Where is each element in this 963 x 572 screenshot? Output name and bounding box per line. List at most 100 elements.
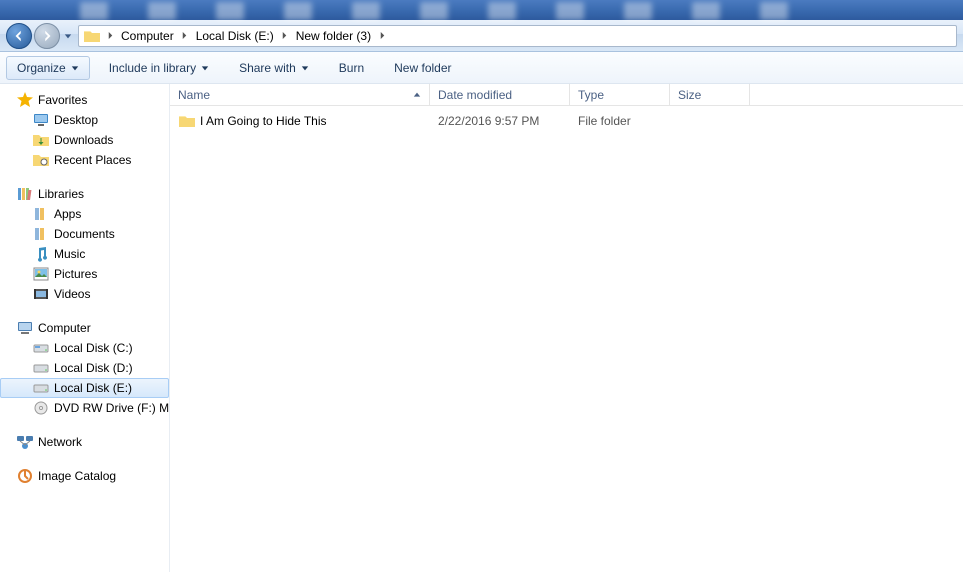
file-row[interactable]: I Am Going to Hide This 2/22/2016 9:57 P…: [170, 110, 963, 132]
sidebar-item-label: Local Disk (E:): [54, 381, 132, 395]
taskbar-thumb: [760, 2, 788, 20]
libraries-group: Libraries Apps Documents Music Pictures …: [0, 184, 169, 304]
sidebar-item-downloads[interactable]: Downloads: [0, 130, 169, 150]
taskbar-thumb: [216, 2, 244, 20]
taskbar-thumb: [80, 2, 108, 20]
explorer-body: Favorites Desktop Downloads Recent Place…: [0, 84, 963, 572]
sidebar-item-pictures[interactable]: Pictures: [0, 264, 169, 284]
sidebar-item-recent-places[interactable]: Recent Places: [0, 150, 169, 170]
breadcrumb-separator[interactable]: [375, 26, 389, 46]
downloads-icon: [32, 132, 50, 148]
burn-button[interactable]: Burn: [328, 56, 375, 80]
breadcrumb-folder[interactable]: New folder (3): [292, 26, 375, 46]
libraries-icon: [16, 186, 34, 202]
taskbar-thumb: [352, 2, 380, 20]
breadcrumb-computer[interactable]: Computer: [117, 26, 178, 46]
column-headers: Name Date modified Type Size: [170, 84, 963, 106]
star-icon: [16, 92, 34, 108]
sidebar-item-drive-e[interactable]: Local Disk (E:): [0, 378, 169, 398]
new-folder-label: New folder: [394, 61, 451, 75]
file-name-cell: I Am Going to Hide This: [170, 113, 430, 129]
sidebar-item-label: Music: [54, 247, 85, 261]
taskbar-thumb: [556, 2, 584, 20]
recent-icon: [32, 152, 50, 168]
image-catalog-label: Image Catalog: [38, 469, 116, 483]
organize-button[interactable]: Organize: [6, 56, 90, 80]
breadcrumb-separator[interactable]: [278, 26, 292, 46]
computer-group: Computer Local Disk (C:) Local Disk (D:)…: [0, 318, 169, 418]
back-button[interactable]: [6, 23, 32, 49]
new-folder-button[interactable]: New folder: [383, 56, 462, 80]
taskbar-thumb: [420, 2, 448, 20]
column-date[interactable]: Date modified: [430, 84, 570, 105]
pictures-icon: [32, 266, 50, 282]
chevron-down-icon: [201, 61, 209, 75]
dvd-icon: [32, 400, 50, 416]
computer-header[interactable]: Computer: [0, 318, 169, 338]
libraries-header[interactable]: Libraries: [0, 184, 169, 204]
history-dropdown[interactable]: [62, 24, 74, 48]
breadcrumb-drive[interactable]: Local Disk (E:): [192, 26, 278, 46]
taskbar-thumb: [284, 2, 312, 20]
sidebar-item-label: DVD RW Drive (F:) M: [54, 401, 169, 415]
burn-label: Burn: [339, 61, 364, 75]
sidebar-item-apps[interactable]: Apps: [0, 204, 169, 224]
network-label: Network: [38, 435, 82, 449]
breadcrumb[interactable]: Computer Local Disk (E:) New folder (3): [78, 25, 957, 47]
file-list[interactable]: I Am Going to Hide This 2/22/2016 9:57 P…: [170, 106, 963, 572]
taskbar-thumb: [692, 2, 720, 20]
favorites-label: Favorites: [38, 93, 87, 107]
sidebar-item-label: Desktop: [54, 113, 98, 127]
sidebar-item-label: Videos: [54, 287, 90, 301]
organize-label: Organize: [17, 61, 66, 75]
sidebar-item-dvd-drive[interactable]: DVD RW Drive (F:) M: [0, 398, 169, 418]
chevron-down-icon: [301, 61, 309, 75]
image-catalog-icon: [16, 468, 34, 484]
sidebar-item-label: Pictures: [54, 267, 97, 281]
image-catalog-group: Image Catalog: [0, 466, 169, 486]
file-view: Name Date modified Type Size I Am Going …: [170, 84, 963, 572]
column-date-label: Date modified: [438, 88, 512, 102]
sidebar-item-label: Downloads: [54, 133, 113, 147]
network-group: Network: [0, 432, 169, 452]
sidebar-item-desktop[interactable]: Desktop: [0, 110, 169, 130]
sidebar-item-drive-c[interactable]: Local Disk (C:): [0, 338, 169, 358]
share-with-button[interactable]: Share with: [228, 56, 320, 80]
favorites-group: Favorites Desktop Downloads Recent Place…: [0, 90, 169, 170]
drive-icon: [32, 340, 50, 356]
drive-icon: [32, 360, 50, 376]
forward-button[interactable]: [34, 23, 60, 49]
network-icon: [16, 434, 34, 450]
computer-icon: [16, 320, 34, 336]
breadcrumb-separator[interactable]: [178, 26, 192, 46]
column-type[interactable]: Type: [570, 84, 670, 105]
sidebar-item-label: Apps: [54, 207, 81, 221]
toolbar: Organize Include in library Share with B…: [0, 52, 963, 84]
column-name-label: Name: [178, 88, 210, 102]
taskbar-thumb: [624, 2, 652, 20]
computer-label: Computer: [38, 321, 91, 335]
include-label: Include in library: [109, 61, 196, 75]
network-header[interactable]: Network: [0, 432, 169, 452]
library-icon: [32, 206, 50, 222]
taskbar: [0, 0, 963, 20]
favorites-header[interactable]: Favorites: [0, 90, 169, 110]
taskbar-thumb: [488, 2, 516, 20]
sidebar-item-music[interactable]: Music: [0, 244, 169, 264]
sidebar-item-drive-d[interactable]: Local Disk (D:): [0, 358, 169, 378]
include-in-library-button[interactable]: Include in library: [98, 56, 220, 80]
share-label: Share with: [239, 61, 296, 75]
sidebar-item-label: Documents: [54, 227, 115, 241]
sidebar-item-label: Local Disk (C:): [54, 341, 133, 355]
column-name[interactable]: Name: [170, 84, 430, 105]
column-size[interactable]: Size: [670, 84, 750, 105]
music-icon: [32, 246, 50, 262]
sidebar-item-videos[interactable]: Videos: [0, 284, 169, 304]
library-icon: [32, 226, 50, 242]
file-name: I Am Going to Hide This: [200, 114, 327, 128]
sidebar-item-documents[interactable]: Documents: [0, 224, 169, 244]
breadcrumb-separator[interactable]: [103, 26, 117, 46]
drive-icon: [32, 380, 50, 396]
navigation-bar: Computer Local Disk (E:) New folder (3): [0, 20, 963, 52]
image-catalog-header[interactable]: Image Catalog: [0, 466, 169, 486]
